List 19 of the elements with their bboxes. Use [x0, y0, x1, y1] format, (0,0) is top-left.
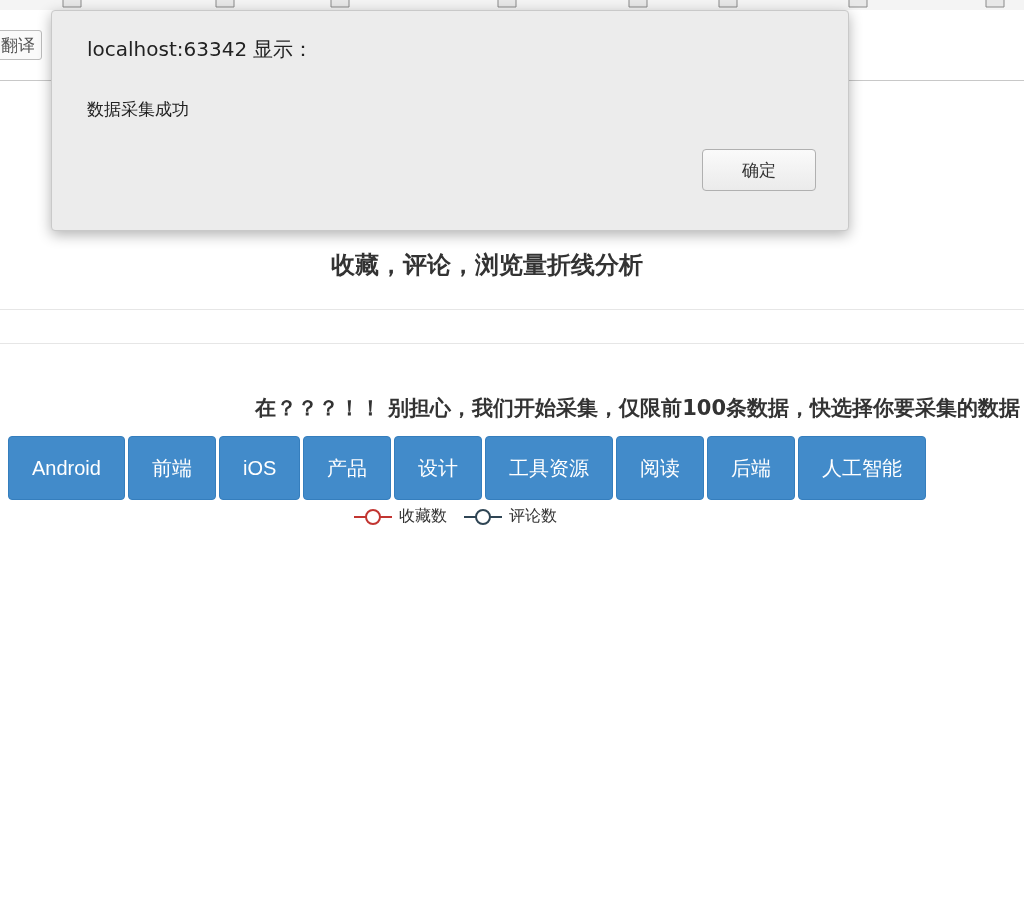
prompt-text: 在？？？！！ 别担心，我们开始采集，仅限前100条数据，快选择你要采集的数据: [254, 396, 1020, 420]
category-button[interactable]: 人工智能: [798, 436, 927, 500]
legend-label[interactable]: 评论数: [509, 506, 557, 527]
chart-subtitle: 收藏，评论，浏览量折线分析: [330, 251, 644, 279]
category-button[interactable]: 产品: [303, 436, 392, 500]
category-button[interactable]: iOS: [218, 436, 301, 500]
category-button[interactable]: 工具资源: [485, 436, 614, 500]
legend-line-icon[interactable]: [463, 507, 503, 526]
dialog-title: localhost:63342 显示：: [87, 36, 315, 63]
category-button[interactable]: Android: [8, 436, 125, 500]
legend-label[interactable]: 收藏数: [399, 506, 447, 527]
category-button[interactable]: 阅读: [616, 436, 705, 500]
category-button[interactable]: 设计: [394, 436, 483, 500]
translate-button[interactable]: 翻译: [0, 30, 42, 60]
ok-button[interactable]: 确定: [702, 149, 816, 191]
category-button[interactable]: 后端: [707, 436, 796, 500]
dialog-message: 数据采集成功: [87, 98, 190, 121]
category-button[interactable]: 前端: [127, 436, 216, 500]
legend-line-icon[interactable]: [353, 507, 393, 526]
